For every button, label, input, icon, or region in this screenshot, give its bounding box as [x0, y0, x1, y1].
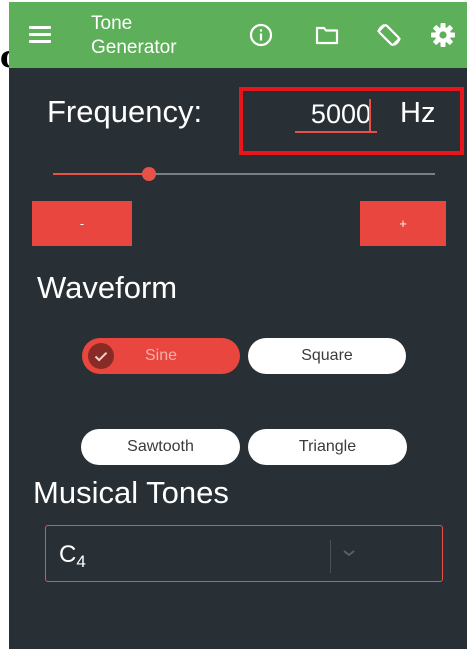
waveform-square-chip[interactable]: Square — [248, 338, 406, 374]
waveform-sawtooth-label: Sawtooth — [127, 438, 194, 455]
app-title-line1: Tone — [91, 13, 133, 34]
waveform-sine-label: Sine — [144, 347, 178, 364]
menu-icon[interactable] — [29, 26, 51, 44]
waveform-triangle-label: Triangle — [298, 438, 357, 455]
text-caret — [369, 99, 371, 131]
frequency-label: Frequency: — [47, 94, 203, 129]
app-screen: Tone Generator Frequency: Hz - + Wavefor… — [9, 2, 467, 649]
decrease-frequency-button[interactable]: - — [32, 201, 132, 246]
tone-note: C — [59, 541, 77, 568]
frequency-input[interactable] — [295, 97, 377, 133]
screen-rotation-icon[interactable] — [376, 22, 402, 48]
tone-octave: 4 — [76, 552, 86, 571]
app-title: Tone Generator — [91, 12, 231, 60]
slider-fill — [53, 173, 149, 175]
musical-tones-heading: Musical Tones — [33, 475, 229, 510]
selected-tone: C4 — [59, 540, 86, 577]
increase-frequency-button[interactable]: + — [360, 201, 446, 246]
frequency-slider[interactable] — [53, 164, 435, 184]
check-icon — [88, 343, 114, 369]
app-title-line2: Generator — [91, 37, 177, 58]
settings-icon[interactable] — [430, 22, 456, 48]
frequency-unit: Hz — [400, 97, 436, 129]
musical-tone-dropdown[interactable]: C4 — [45, 525, 443, 582]
waveform-square-label: Square — [301, 347, 353, 364]
info-icon[interactable] — [248, 22, 274, 48]
chevron-down-icon[interactable] — [342, 548, 356, 558]
waveform-sine-chip[interactable]: Sine — [82, 338, 240, 374]
waveform-heading: Waveform — [37, 270, 178, 305]
folder-icon[interactable] — [314, 22, 340, 48]
waveform-triangle-chip[interactable]: Triangle — [248, 429, 407, 465]
slider-thumb[interactable] — [142, 167, 156, 181]
app-bar: Tone Generator — [9, 2, 467, 68]
dropdown-divider — [330, 540, 331, 573]
waveform-sawtooth-chip[interactable]: Sawtooth — [81, 429, 240, 465]
